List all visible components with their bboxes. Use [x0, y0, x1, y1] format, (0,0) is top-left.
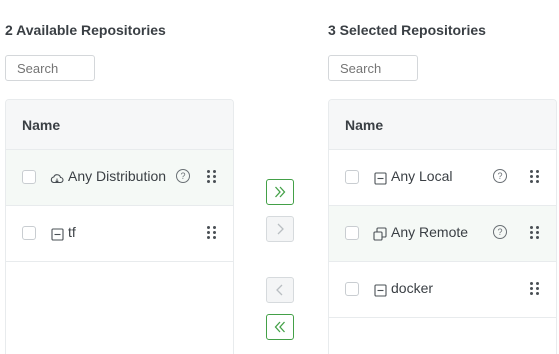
move-all-left-button[interactable] — [266, 314, 294, 340]
drag-handle-icon[interactable] — [530, 282, 540, 296]
remote-repo-icon — [373, 227, 387, 241]
row-checkbox[interactable] — [345, 170, 359, 184]
repository-name: docker — [391, 280, 434, 296]
cloud-distribution-icon — [50, 171, 64, 185]
selected-repositories-title: 3 Selected Repositories — [328, 22, 486, 38]
drag-handle-icon[interactable] — [530, 170, 540, 184]
available-repositories-table: Name Any Distribution ? tf — [5, 99, 234, 354]
drag-handle-icon[interactable] — [530, 226, 540, 240]
column-header-name[interactable]: Name — [6, 100, 233, 150]
repository-name: tf — [68, 224, 76, 240]
selected-repositories-table: Name Any Local ? Any Remote ? docker — [328, 99, 557, 354]
double-chevron-right-icon — [275, 186, 286, 198]
drag-handle-icon[interactable] — [207, 170, 217, 184]
table-row[interactable]: Any Distribution ? — [6, 150, 233, 206]
table-row[interactable]: Any Remote ? — [329, 206, 556, 262]
chevron-left-icon — [276, 284, 283, 296]
move-selected-right-button[interactable] — [266, 216, 294, 242]
table-row[interactable]: docker — [329, 262, 556, 318]
repository-name: Any Distribution — [68, 168, 167, 184]
local-repo-icon — [50, 227, 64, 241]
row-checkbox[interactable] — [345, 282, 359, 296]
row-checkbox[interactable] — [22, 170, 36, 184]
row-checkbox[interactable] — [345, 226, 359, 240]
table-row[interactable]: tf — [6, 206, 233, 262]
help-icon[interactable]: ? — [493, 169, 507, 183]
column-header-name[interactable]: Name — [329, 100, 556, 150]
repository-name: Any Local — [391, 168, 453, 184]
help-icon[interactable]: ? — [176, 169, 190, 183]
repository-name: Any Remote — [391, 224, 469, 240]
help-icon[interactable]: ? — [493, 225, 507, 239]
drag-handle-icon[interactable] — [207, 226, 217, 240]
local-repo-icon — [373, 171, 387, 185]
available-search-input[interactable] — [5, 55, 95, 81]
selected-search-input[interactable] — [328, 55, 418, 81]
move-selected-left-button[interactable] — [266, 277, 294, 303]
row-checkbox[interactable] — [22, 226, 36, 240]
available-repositories-title: 2 Available Repositories — [5, 22, 166, 38]
chevron-right-icon — [277, 223, 284, 235]
double-chevron-left-icon — [274, 321, 285, 333]
move-all-right-button[interactable] — [266, 179, 294, 205]
table-row[interactable]: Any Local ? — [329, 150, 556, 206]
local-repo-icon — [373, 283, 387, 297]
